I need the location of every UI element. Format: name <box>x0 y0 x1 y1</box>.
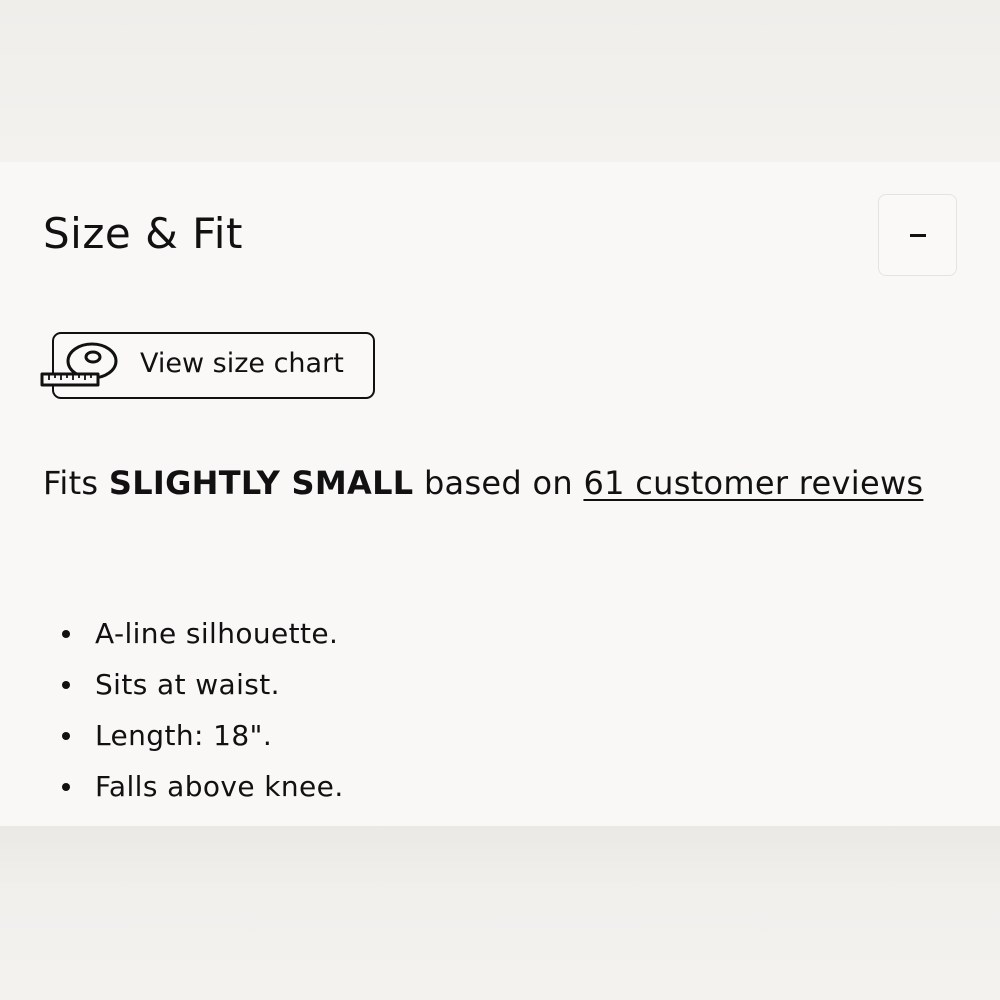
section-title: Size & Fit <box>43 209 243 258</box>
customer-reviews-link[interactable]: 61 customer reviews <box>583 464 923 502</box>
collapse-button[interactable] <box>878 194 957 276</box>
fit-prefix: Fits <box>43 464 99 502</box>
measuring-tape-icon <box>40 342 118 387</box>
list-item: Falls above knee. <box>62 761 344 812</box>
list-item: Length: 18". <box>62 710 344 761</box>
minus-icon <box>909 233 926 237</box>
fit-middle-text: based on <box>423 464 573 502</box>
list-item: Sits at waist. <box>62 659 344 710</box>
list-item: A-line silhouette. <box>62 608 344 659</box>
page-background-bottom <box>0 826 1000 1000</box>
fit-details-list: A-line silhouette. Sits at waist. Length… <box>62 608 344 812</box>
view-size-chart-label: View size chart <box>140 348 344 379</box>
fit-summary: Fits SLIGHTLY SMALL based on 61 customer… <box>43 460 923 506</box>
fit-rating: SLIGHTLY SMALL <box>108 464 414 502</box>
page-background-top <box>0 0 1000 162</box>
